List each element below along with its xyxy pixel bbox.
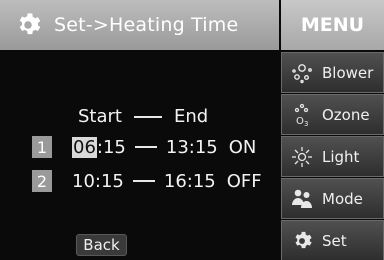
end-time-field[interactable]: 13:15: [166, 137, 218, 158]
menu-item-label: Set: [322, 231, 347, 250]
schedule-row-2[interactable]: 2 10 :15 16:15 OFF: [32, 170, 262, 192]
title-bar: Set->Heating Time: [0, 0, 279, 50]
gear-icon: [19, 13, 41, 35]
menu-item-ozone[interactable]: O 3 Ozone: [281, 94, 384, 135]
svg-text:O: O: [296, 116, 304, 127]
schedule-header: Start End: [78, 106, 208, 127]
start-minute-field[interactable]: :15: [95, 171, 124, 192]
menu-item-label: Blower: [322, 63, 374, 82]
start-hour-field[interactable]: 10: [72, 171, 95, 192]
menu-item-mode[interactable]: Mode: [281, 178, 384, 219]
back-button[interactable]: Back: [76, 234, 127, 256]
state-toggle[interactable]: ON: [229, 137, 257, 158]
menu-item-light[interactable]: Light: [281, 136, 384, 177]
start-label: Start: [78, 106, 122, 127]
gear-icon: [290, 229, 314, 253]
mode-icon: [290, 187, 314, 211]
side-menu: Blower O 3 Ozone Light Mode Set: [281, 52, 384, 260]
divider: [133, 115, 162, 118]
menu-item-label: Ozone: [322, 105, 370, 124]
divider: [132, 180, 155, 182]
svg-text:3: 3: [304, 120, 308, 127]
blower-icon: [290, 61, 314, 85]
start-minute-field[interactable]: :15: [97, 137, 126, 158]
row-index: 2: [32, 170, 52, 192]
menu-item-label: Mode: [322, 189, 363, 208]
light-icon: [290, 145, 314, 169]
menu-item-set[interactable]: Set: [281, 220, 384, 260]
menu-item-label: Light: [322, 147, 360, 166]
page-title: Set->Heating Time: [54, 14, 239, 36]
end-label: End: [173, 106, 209, 127]
menu-item-blower[interactable]: Blower: [281, 52, 384, 93]
schedule-row-1[interactable]: 1 06 :15 13:15 ON: [32, 136, 256, 158]
state-toggle[interactable]: OFF: [227, 171, 262, 192]
ozone-icon: O 3: [290, 103, 314, 127]
row-index: 1: [32, 136, 52, 158]
divider: [134, 146, 157, 148]
menu-title: MENU: [281, 0, 384, 50]
end-time-field[interactable]: 16:15: [164, 171, 216, 192]
start-hour-field[interactable]: 06: [72, 136, 97, 158]
